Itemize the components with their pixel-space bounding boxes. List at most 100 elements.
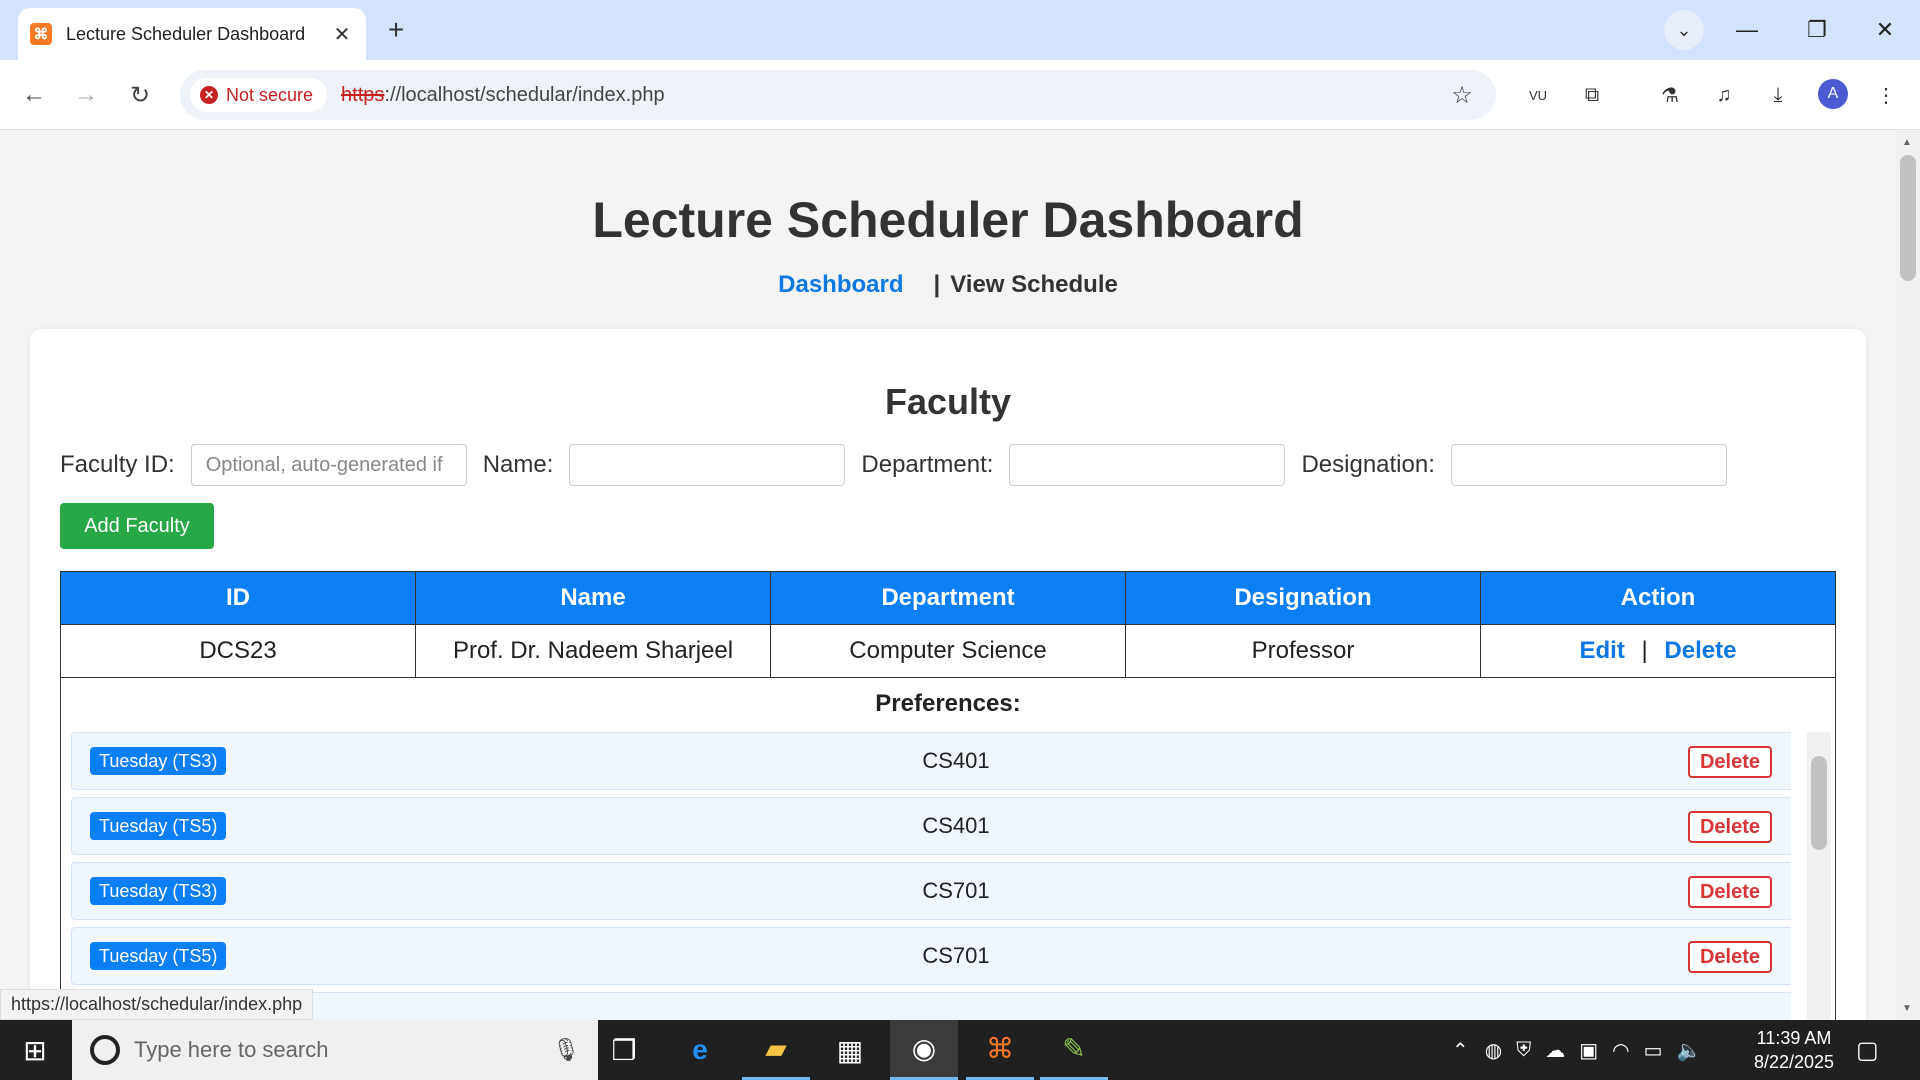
name-input[interactable]: [569, 444, 846, 486]
close-window-button[interactable]: ✕: [1858, 10, 1912, 50]
url-text[interactable]: https://localhost/schedular/index.php: [341, 84, 1442, 107]
nav-dashboard-link[interactable]: Dashboard: [778, 271, 903, 299]
windows-start-icon[interactable]: ⊞: [0, 1020, 70, 1080]
tab-search-button[interactable]: ⌄: [1664, 10, 1704, 50]
delete-preference-button[interactable]: Delete: [1687, 746, 1772, 778]
chrome-icon[interactable]: ◉: [890, 1020, 958, 1080]
downloads-icon[interactable]: ⤓: [1758, 75, 1798, 115]
preferences-scrollbar[interactable]: [1807, 732, 1831, 1020]
preferences-cell: Preferences: Tuesday (TS3) CS401 Delete …: [60, 677, 1836, 1020]
faculty-id-input[interactable]: [190, 444, 467, 486]
restore-button[interactable]: ❐: [1790, 10, 1844, 50]
course-code: CS701: [922, 943, 990, 968]
bookmark-star-icon[interactable]: ☆: [1442, 81, 1482, 110]
tab-strip: ⌘ Lecture Scheduler Dashboard ✕ + ⌄ — ❐ …: [0, 0, 1920, 60]
list-item: Tuesday (TS5) CS701 Delete: [71, 927, 1791, 985]
reload-button[interactable]: ↻: [120, 75, 160, 115]
course-code: CS701: [922, 878, 990, 903]
microphone-icon[interactable]: 🎙: [552, 1037, 580, 1063]
nav-view-schedule-link[interactable]: View Schedule: [950, 271, 1118, 299]
microsoft-store-icon[interactable]: ▦: [816, 1020, 884, 1080]
vu-extension-icon[interactable]: VU: [1518, 75, 1558, 115]
security-label: Not secure: [226, 84, 314, 105]
scroll-down-arrow-icon[interactable]: ▼: [1902, 1003, 1912, 1014]
course-code: CS401: [922, 813, 990, 838]
nav-separator: |: [933, 271, 941, 298]
column-header-action: Action: [1480, 571, 1836, 625]
department-input[interactable]: [1009, 444, 1286, 486]
battery-icon[interactable]: ▭: [1644, 1038, 1663, 1063]
name-label: Name:: [482, 451, 554, 478]
scrollbar-thumb[interactable]: [1811, 756, 1827, 850]
scroll-up-arrow-icon[interactable]: ▲: [1902, 137, 1912, 148]
faculty-heading: Faculty: [884, 381, 1012, 422]
list-item: Tuesday (TS3) CS401 Delete: [71, 732, 1791, 790]
file-explorer-icon[interactable]: ▰: [742, 1020, 810, 1080]
scrollbar-thumb[interactable]: [1900, 155, 1916, 281]
url-rest: ://localhost/schedular/index.php: [384, 83, 665, 106]
forward-button[interactable]: →: [66, 75, 106, 115]
notepad-plus-icon[interactable]: ✎: [1040, 1020, 1108, 1080]
address-bar[interactable]: ✕ Not secure https://localhost/schedular…: [180, 70, 1496, 120]
list-item: [71, 992, 1791, 1020]
preferences-list: Tuesday (TS3) CS401 Delete Tuesday (TS5)…: [71, 732, 1791, 1020]
designation-label: Designation:: [1301, 451, 1435, 478]
menu-kebab-icon[interactable]: ⋮: [1866, 75, 1906, 115]
clock-date: 8/22/2025: [1753, 1052, 1835, 1072]
course-code: CS401: [922, 748, 990, 773]
system-tray: ⌃ ◍ ⛨ ☁ ▣ ◠ ▭ 🔈: [1452, 1020, 1701, 1080]
delete-preference-button[interactable]: Delete: [1687, 876, 1772, 908]
page-title: Lecture Scheduler Dashboard: [592, 192, 1304, 248]
cortana-icon: [90, 1035, 120, 1065]
security-chip[interactable]: ✕ Not secure: [190, 78, 328, 112]
status-bar-url: https://localhost/schedular/index.php: [0, 989, 314, 1020]
labs-flask-icon[interactable]: ⚗: [1650, 75, 1690, 115]
warning-icon: ✕: [200, 86, 218, 104]
preferences-title: Preferences:: [875, 690, 1021, 717]
edge-icon[interactable]: e: [666, 1020, 734, 1080]
taskbar-search-box[interactable]: Type here to search 🎙: [72, 1020, 598, 1080]
cell-action: Edit | Delete: [1480, 624, 1836, 678]
list-item: Tuesday (TS3) CS701 Delete: [71, 862, 1791, 920]
edit-link[interactable]: Edit: [1580, 637, 1625, 664]
notification-center-icon[interactable]: ▢: [1856, 1020, 1879, 1080]
onedrive-cloud-icon[interactable]: ☁: [1545, 1038, 1565, 1063]
network-monitor-icon[interactable]: ▣: [1579, 1038, 1598, 1063]
language-globe-icon[interactable]: ◍: [1485, 1038, 1502, 1063]
browser-tab[interactable]: ⌘ Lecture Scheduler Dashboard ✕: [18, 8, 366, 60]
taskbar-search-placeholder: Type here to search: [134, 1037, 329, 1062]
wifi-icon[interactable]: ◠: [1612, 1038, 1629, 1063]
delete-preference-button[interactable]: Delete: [1687, 941, 1772, 973]
security-shield-icon[interactable]: ⛨: [1516, 1039, 1531, 1062]
cell-name: Prof. Dr. Nadeem Sharjeel: [415, 624, 771, 678]
profile-avatar[interactable]: A: [1818, 79, 1848, 109]
xampp-icon[interactable]: ⌘: [966, 1020, 1034, 1080]
department-label: Department:: [861, 451, 994, 478]
xampp-favicon-icon: ⌘: [30, 23, 52, 45]
close-tab-icon[interactable]: ✕: [330, 22, 354, 47]
extensions-puzzle-icon[interactable]: ⧉: [1572, 75, 1612, 115]
add-faculty-button[interactable]: Add Faculty: [60, 503, 214, 549]
designation-input[interactable]: [1450, 444, 1727, 486]
table-row: DCS23 Prof. Dr. Nadeem Sharjeel Computer…: [60, 624, 1836, 678]
faculty-card: Faculty Faculty ID: Name: Department: De…: [30, 329, 1866, 1020]
tab-title: Lecture Scheduler Dashboard: [66, 23, 306, 44]
delete-preference-button[interactable]: Delete: [1687, 811, 1772, 843]
page-scrollbar[interactable]: ▲ ▼: [1896, 131, 1920, 1020]
taskbar-clock[interactable]: 11:39 AM 8/22/2025: [1744, 1026, 1844, 1074]
faculty-id-label: Faculty ID:: [60, 451, 175, 478]
url-scheme: https: [341, 83, 385, 106]
list-item: Tuesday (TS5) CS401 Delete: [71, 797, 1791, 855]
media-controls-icon[interactable]: ♫: [1704, 75, 1744, 115]
task-view-icon[interactable]: ❐: [590, 1020, 658, 1080]
clock-time: 11:39 AM: [1756, 1028, 1832, 1048]
minimize-button[interactable]: —: [1720, 10, 1774, 50]
page-viewport: Lecture Scheduler Dashboard Dashboard | …: [0, 131, 1896, 1020]
back-button[interactable]: ←: [14, 75, 54, 115]
column-header-designation: Designation: [1125, 571, 1481, 625]
new-tab-button[interactable]: +: [380, 14, 412, 46]
volume-icon[interactable]: 🔈: [1676, 1038, 1701, 1063]
show-hidden-icons-icon[interactable]: ⌃: [1452, 1038, 1469, 1063]
cell-designation: Professor: [1125, 624, 1481, 678]
delete-link[interactable]: Delete: [1664, 637, 1736, 664]
